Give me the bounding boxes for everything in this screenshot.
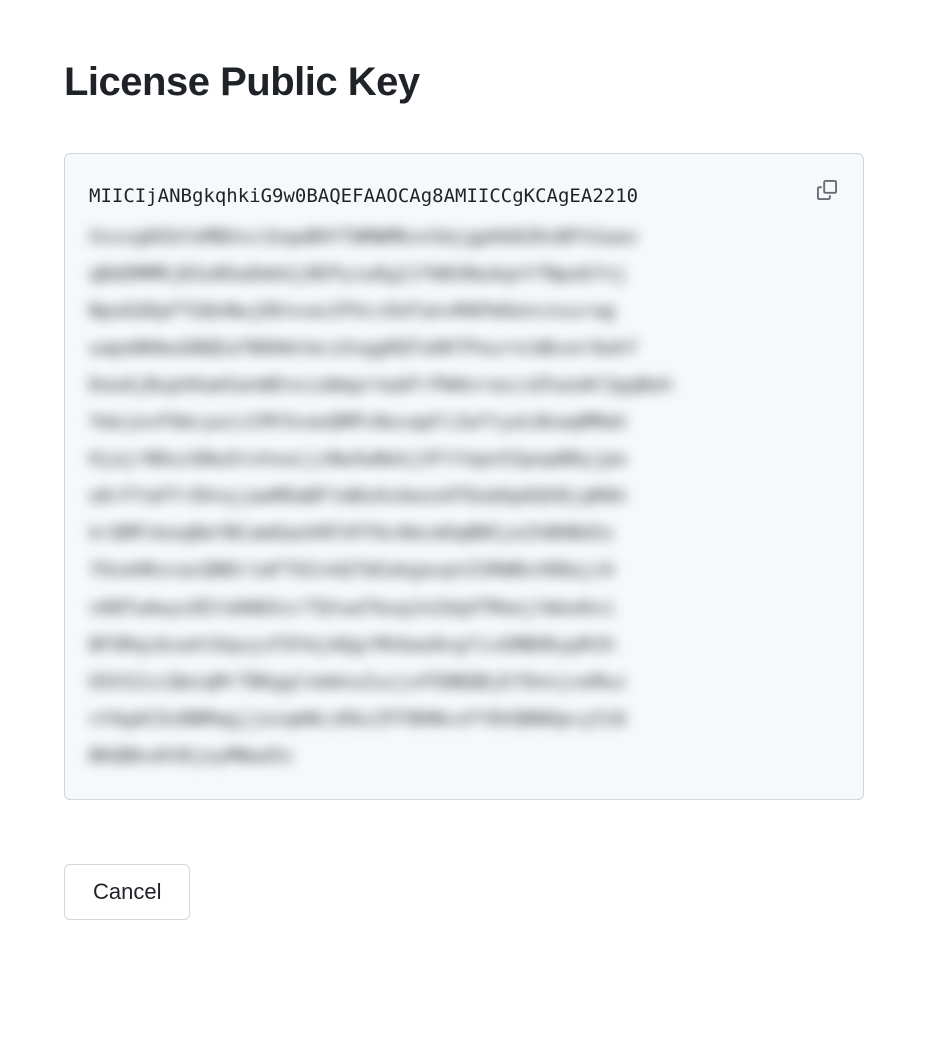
cancel-button[interactable]: Cancel (64, 864, 190, 920)
copy-icon (817, 180, 837, 200)
actions-row: Cancel (64, 864, 864, 920)
public-key-blurred-text: XxxxgKEbYoMBXxv1kqwBHYTWMWMKxnSmjgpHU8ZK… (89, 219, 839, 775)
public-key-box: MIICIjANBgkqhkiG9w0BAQEFAAOCAg8AMIICCgKC… (64, 153, 864, 800)
page-title: License Public Key (64, 60, 864, 105)
copy-button[interactable] (813, 176, 841, 204)
public-key-first-line: MIICIjANBgkqhkiG9w0BAQEFAAOCAg8AMIICCgKC… (89, 178, 839, 215)
